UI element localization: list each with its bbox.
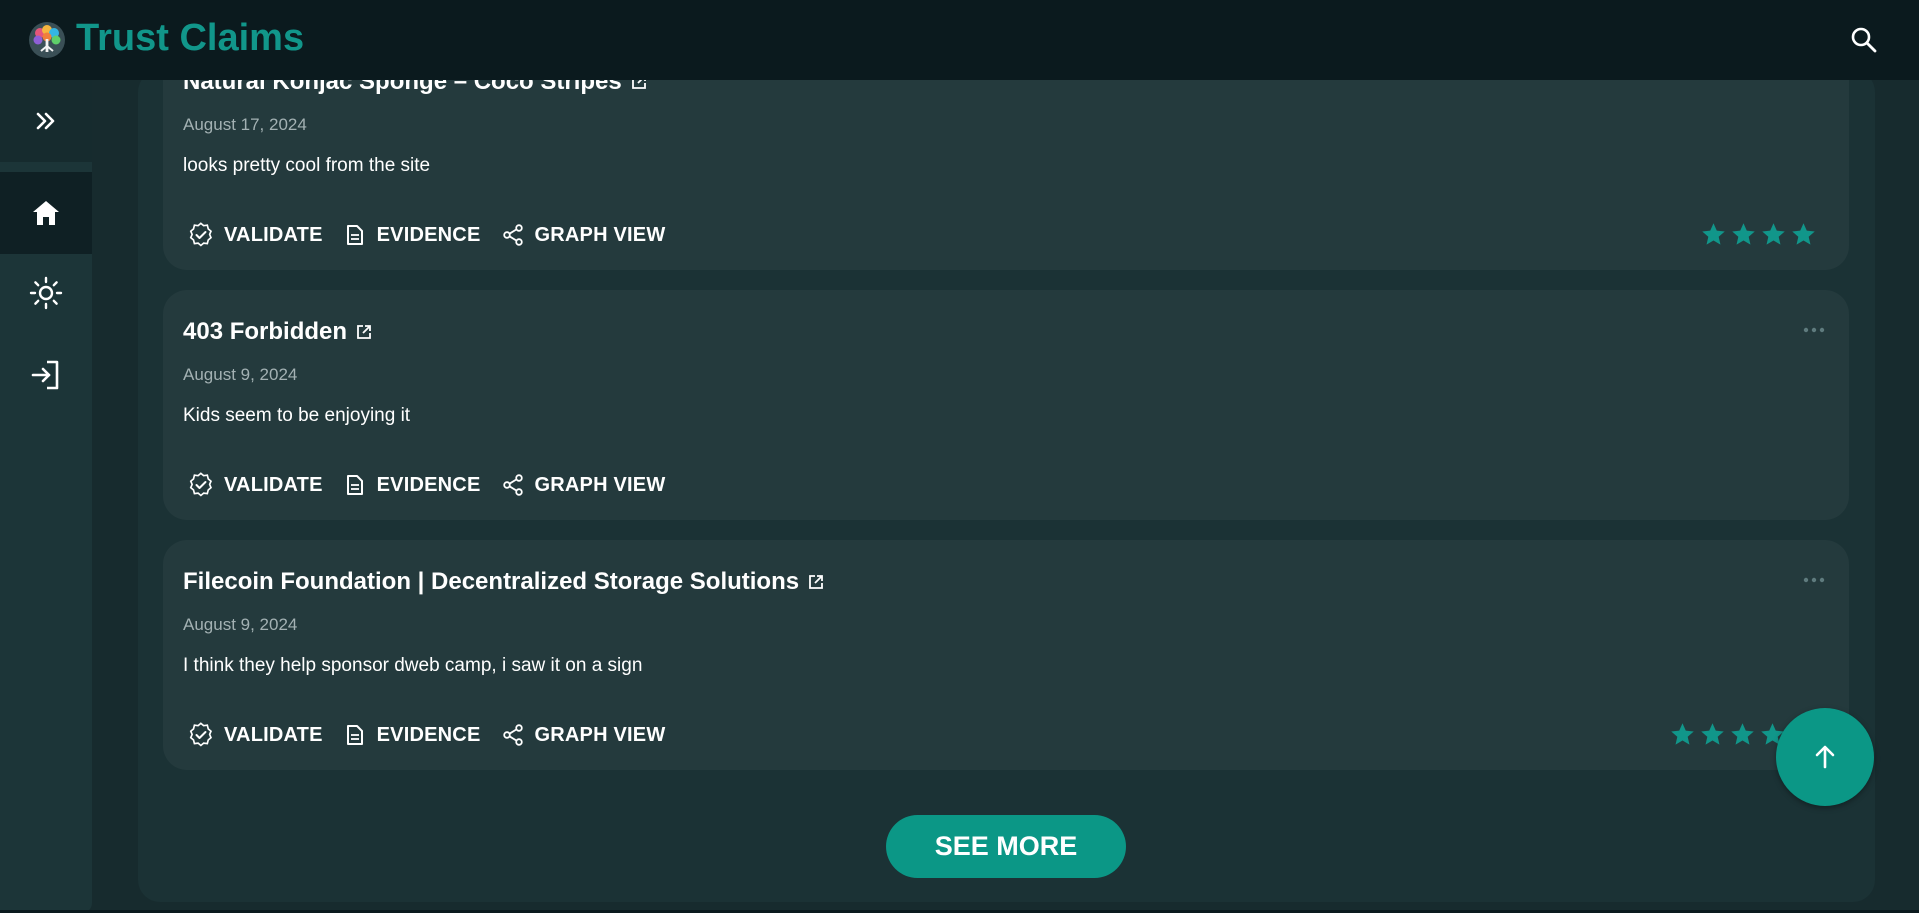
claim-title[interactable]: Filecoin Foundation | Decentralized Stor… bbox=[183, 568, 825, 596]
login-icon bbox=[31, 360, 59, 390]
verified-badge-icon bbox=[189, 472, 213, 497]
claim-statement: I think they help sponsor dweb camp, i s… bbox=[183, 655, 643, 676]
claim-title-text: Filecoin Foundation | Decentralized Stor… bbox=[183, 568, 800, 595]
share-graph-icon bbox=[502, 724, 523, 746]
graph-view-button[interactable]: GRAPH VIEW bbox=[501, 223, 666, 247]
tree-logo-icon[interactable] bbox=[28, 21, 66, 59]
document-icon bbox=[346, 225, 363, 245]
sidebar-item-login[interactable] bbox=[0, 334, 92, 416]
share-graph-icon bbox=[502, 224, 523, 246]
claim-date: August 17, 2024 bbox=[183, 115, 307, 134]
claim-statement: Kids seem to be enjoying it bbox=[183, 405, 411, 426]
document-icon bbox=[346, 725, 363, 745]
validate-button[interactable]: VALIDATE bbox=[188, 722, 323, 748]
sun-icon bbox=[29, 276, 63, 310]
star-rating bbox=[1669, 721, 1786, 748]
app-title[interactable]: Trust Claims bbox=[76, 17, 304, 60]
graph-view-button[interactable]: GRAPH VIEW bbox=[501, 473, 666, 497]
star-icon bbox=[1732, 223, 1755, 245]
star-icon bbox=[1762, 223, 1785, 245]
evidence-button[interactable]: EVIDENCE bbox=[343, 223, 481, 247]
verified-badge-icon bbox=[189, 722, 213, 747]
star-icon bbox=[1792, 223, 1815, 245]
verified-badge-icon bbox=[189, 222, 213, 247]
arrow-up-icon bbox=[1815, 745, 1835, 769]
claim-statement: looks pretty cool from the site bbox=[183, 155, 431, 176]
star-icon bbox=[1671, 723, 1694, 745]
sidebar-item-theme[interactable] bbox=[0, 252, 92, 334]
home-icon bbox=[33, 201, 59, 225]
claim-actions: VALIDATE EVIDENCE GRAPH VIEW bbox=[188, 722, 685, 748]
graph-view-button[interactable]: GRAPH VIEW bbox=[501, 723, 666, 747]
more-options-icon[interactable] bbox=[1803, 322, 1825, 333]
claim-actions: VALIDATE EVIDENCE GRAPH VIEW bbox=[188, 222, 685, 248]
claim-title-text: 403 Forbidden bbox=[183, 318, 348, 345]
scroll-to-top-button[interactable] bbox=[1776, 708, 1874, 806]
claim-date: August 9, 2024 bbox=[183, 615, 298, 634]
validate-button[interactable]: VALIDATE bbox=[188, 472, 323, 498]
search-icon[interactable] bbox=[1847, 23, 1881, 57]
claim-title[interactable]: 403 Forbidden bbox=[183, 318, 373, 346]
star-rating bbox=[1700, 221, 1817, 248]
more-options-icon[interactable] bbox=[1803, 572, 1825, 583]
evidence-button[interactable]: EVIDENCE bbox=[343, 473, 481, 497]
star-icon bbox=[1702, 223, 1725, 245]
chevron-double-right-icon bbox=[36, 112, 55, 130]
evidence-button[interactable]: EVIDENCE bbox=[343, 723, 481, 747]
see-more-button[interactable]: SEE MORE bbox=[886, 815, 1126, 878]
share-graph-icon bbox=[502, 474, 523, 496]
sidebar-expand-button[interactable] bbox=[0, 80, 92, 162]
external-link-icon[interactable] bbox=[807, 573, 825, 591]
star-icon bbox=[1701, 723, 1724, 745]
sidebar-item-home[interactable] bbox=[0, 172, 92, 254]
sidebar bbox=[0, 80, 92, 913]
top-app-bar: Trust Claims bbox=[0, 0, 1919, 80]
validate-button[interactable]: VALIDATE bbox=[188, 222, 323, 248]
star-icon bbox=[1731, 723, 1754, 745]
claim-actions: VALIDATE EVIDENCE GRAPH VIEW bbox=[188, 472, 685, 498]
external-link-icon[interactable] bbox=[355, 323, 373, 341]
document-icon bbox=[346, 475, 363, 495]
claim-card: 403 Forbidden August 9, 2024 Kids seem t… bbox=[163, 290, 1849, 520]
claim-date: August 9, 2024 bbox=[183, 365, 298, 384]
claim-card: Filecoin Foundation | Decentralized Stor… bbox=[163, 540, 1849, 770]
